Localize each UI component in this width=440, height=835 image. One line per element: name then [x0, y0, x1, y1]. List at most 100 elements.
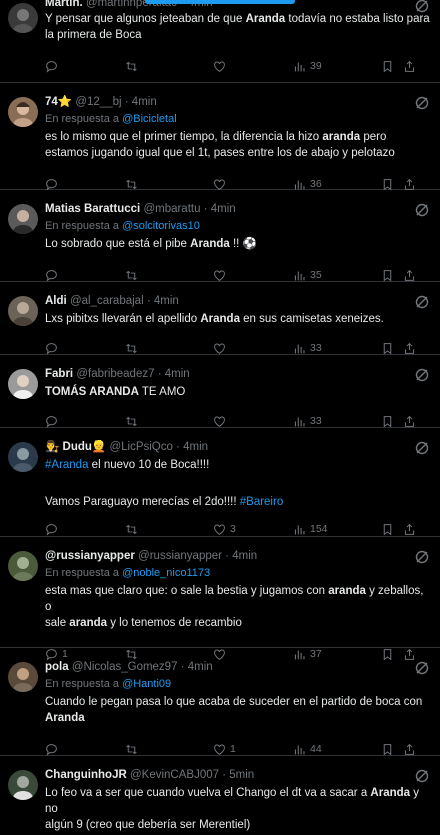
display-name[interactable]: Aldi: [45, 295, 67, 307]
avatar[interactable]: [8, 442, 38, 472]
bookmark-button[interactable]: [381, 342, 403, 355]
hashtag-link[interactable]: #Aranda: [45, 459, 88, 471]
user-handle[interactable]: @al_carabajal: [70, 295, 144, 307]
share-button[interactable]: [403, 743, 417, 756]
avatar[interactable]: [8, 204, 38, 234]
tweet[interactable]: Fabri @fabribeadez7 · 4min TOMÁS ARANDA …: [0, 355, 440, 428]
grok-icon[interactable]: [414, 549, 430, 565]
reply-to-link[interactable]: @solcitorivas10: [122, 220, 200, 232]
avatar[interactable]: [8, 770, 38, 800]
display-name[interactable]: pola: [45, 661, 69, 673]
share-button[interactable]: [403, 415, 417, 428]
reply-feed[interactable]: Martin. @martinnperalta9 · 4min Y pensar…: [0, 0, 440, 835]
views-button[interactable]: 33: [293, 415, 381, 428]
bookmark-button[interactable]: [381, 523, 403, 536]
user-handle[interactable]: @russianyapper: [138, 550, 222, 562]
grok-icon[interactable]: [414, 202, 430, 218]
grok-icon[interactable]: [414, 768, 430, 784]
reply-button[interactable]: [45, 523, 125, 536]
reply-button[interactable]: [45, 743, 125, 756]
bookmark-button[interactable]: [381, 269, 403, 282]
timestamp[interactable]: 4min: [188, 661, 213, 673]
tweet[interactable]: pola @Nicolas_Gomez97 · 4min En respuest…: [0, 648, 440, 756]
avatar[interactable]: [8, 296, 38, 326]
bookmark-button[interactable]: [381, 743, 403, 756]
tweet[interactable]: Matias Barattucci @mbarattu · 4min En re…: [0, 190, 440, 282]
like-button[interactable]: [213, 415, 293, 428]
retweet-button[interactable]: [125, 342, 213, 355]
tweet[interactable]: 74⭐ @12__bj · 4min En respuesta a @Bicic…: [0, 83, 440, 191]
reply-button[interactable]: [45, 269, 125, 282]
like-button[interactable]: 3: [213, 523, 293, 536]
retweet-button[interactable]: [125, 523, 213, 536]
grok-icon[interactable]: [414, 660, 430, 676]
retweet-button[interactable]: [125, 60, 213, 73]
grok-icon[interactable]: [414, 294, 430, 310]
tweet[interactable]: ChanguinhoJR @KevinCABJ007 · 5min Lo feo…: [0, 756, 440, 835]
views-button[interactable]: 35: [293, 269, 381, 282]
grok-icon[interactable]: [414, 0, 430, 14]
user-handle[interactable]: @Nicolas_Gomez97: [72, 661, 178, 673]
bookmark-button[interactable]: [381, 178, 403, 191]
timestamp[interactable]: 4min: [165, 368, 190, 380]
retweet-button[interactable]: [125, 178, 213, 191]
reply-button[interactable]: [45, 342, 125, 355]
avatar[interactable]: [8, 551, 38, 581]
display-name[interactable]: @russianyapper: [45, 550, 135, 562]
views-button[interactable]: 154: [293, 523, 381, 536]
reply-button[interactable]: [45, 60, 125, 73]
avatar[interactable]: [8, 97, 38, 127]
grok-icon[interactable]: [414, 440, 430, 456]
share-button[interactable]: [403, 269, 417, 282]
share-button[interactable]: [403, 178, 417, 191]
share-button[interactable]: [403, 342, 417, 355]
tweet[interactable]: @russianyapper @russianyapper · 4min En …: [0, 537, 440, 661]
reply-button[interactable]: [45, 178, 125, 191]
retweet-button[interactable]: [125, 415, 213, 428]
display-name[interactable]: 74⭐: [45, 96, 72, 108]
user-handle[interactable]: @fabribeadez7: [76, 368, 154, 380]
like-button[interactable]: [213, 60, 293, 73]
reply-to-link[interactable]: @Hanti09: [122, 678, 171, 690]
grok-icon[interactable]: [414, 367, 430, 383]
avatar[interactable]: [8, 369, 38, 399]
timestamp[interactable]: 4min: [232, 550, 257, 562]
like-button[interactable]: [213, 342, 293, 355]
display-name[interactable]: Matias Barattucci: [45, 203, 140, 215]
grok-icon[interactable]: [414, 95, 430, 111]
user-handle[interactable]: @LicPsiQco: [109, 441, 172, 453]
reply-to-link[interactable]: @Bicicletal: [122, 113, 177, 125]
views-button[interactable]: 44: [293, 743, 381, 756]
bookmark-button[interactable]: [381, 415, 403, 428]
avatar[interactable]: [8, 662, 38, 692]
timestamp[interactable]: 4min: [154, 295, 179, 307]
views-button[interactable]: 33: [293, 342, 381, 355]
reply-to-link[interactable]: @noble_nico1173: [122, 567, 210, 579]
share-button[interactable]: [403, 523, 417, 536]
tweet[interactable]: Martin. @martinnperalta9 · 4min Y pensar…: [0, 0, 440, 83]
like-button[interactable]: [213, 269, 293, 282]
display-name[interactable]: ChanguinhoJR: [45, 769, 127, 781]
views-button[interactable]: 39: [293, 60, 381, 73]
display-name[interactable]: 👨‍⚖️ Dudu👱: [45, 441, 106, 453]
timestamp[interactable]: 4min: [132, 96, 157, 108]
hashtag-link[interactable]: #Bareiro: [240, 496, 283, 508]
like-button[interactable]: 1: [213, 743, 293, 756]
bookmark-button[interactable]: [381, 60, 403, 73]
like-button[interactable]: [213, 178, 293, 191]
reply-button[interactable]: [45, 415, 125, 428]
avatar[interactable]: [8, 3, 38, 33]
retweet-button[interactable]: [125, 743, 213, 756]
timestamp[interactable]: 4min: [183, 441, 208, 453]
display-name[interactable]: Martin.: [45, 0, 83, 9]
timestamp[interactable]: 4min: [211, 203, 236, 215]
views-button[interactable]: 36: [293, 178, 381, 191]
share-button[interactable]: [403, 60, 417, 73]
retweet-button[interactable]: [125, 269, 213, 282]
user-handle[interactable]: @KevinCABJ007: [130, 769, 219, 781]
display-name[interactable]: Fabri: [45, 368, 73, 380]
user-handle[interactable]: @12__bj: [75, 96, 121, 108]
tweet[interactable]: Aldi @al_carabajal · 4min Lxs pibitxs ll…: [0, 282, 440, 355]
timestamp[interactable]: 5min: [229, 769, 254, 781]
tweet[interactable]: 👨‍⚖️ Dudu👱 @LicPsiQco · 4min #Aranda el …: [0, 428, 440, 537]
